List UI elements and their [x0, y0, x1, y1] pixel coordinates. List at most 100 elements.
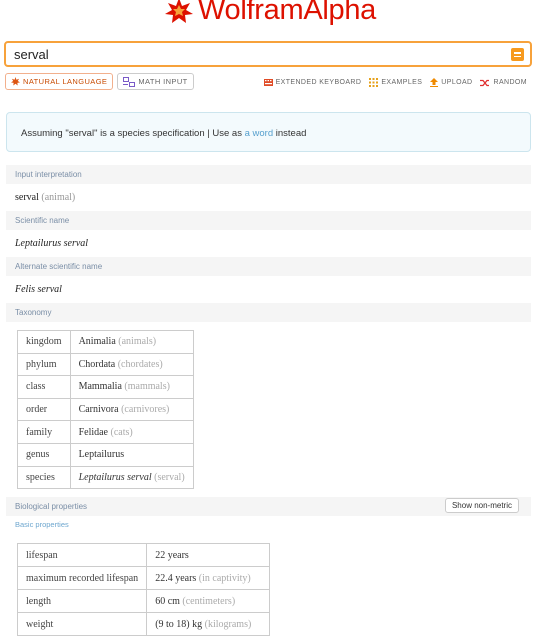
input-mode-switcher: NATURAL LANGUAGE MATH INPUT	[5, 73, 194, 90]
taxon-cell: Leptailurus	[69, 442, 194, 467]
math-input-icon	[123, 76, 136, 87]
taxon-name: Chordata	[78, 358, 116, 370]
assumption-text: Assuming "serval" is a species specifica…	[21, 128, 245, 139]
value-cell: 22 years	[146, 543, 271, 568]
compute-button[interactable]	[511, 48, 524, 61]
tool-label: RANDOM	[493, 79, 527, 86]
mode-label: NATURAL LANGUAGE	[23, 77, 108, 86]
scientific-name-value: Leptailurus serval	[15, 238, 89, 249]
table-row: species Leptailurus serval (serval)	[17, 465, 194, 490]
tool-label: EXTENDED KEYBOARD	[275, 79, 362, 86]
pod-title-input: Input interpretation	[6, 165, 531, 184]
property-note: (in captivity)	[198, 572, 251, 584]
property-cell: maximum recorded lifespan	[16, 566, 148, 591]
assumption-suffix: instead	[273, 128, 307, 139]
logo-wordmark: WolframAlpha	[198, 0, 376, 26]
examples-button[interactable]: EXAMPLES	[369, 78, 422, 87]
taxon-name: Mammalia	[78, 381, 122, 393]
toolbar: EXTENDED KEYBOARD EXAMPLES UPLOAD RANDOM	[263, 78, 527, 87]
table-row: weight (9 to 18) kg (kilograms)	[16, 612, 271, 636]
value-cell: 60 cm (centimeters)	[146, 589, 271, 614]
taxon-name: Animalia	[78, 336, 116, 348]
math-input-mode-button[interactable]: MATH INPUT	[117, 73, 194, 90]
property-value: 22.4 years	[155, 572, 197, 584]
table-row: genus Leptailurus	[17, 442, 194, 467]
property-note: (kilograms)	[204, 618, 252, 630]
taxon-cell: Mammalia (mammals)	[69, 375, 194, 399]
upload-button[interactable]: UPLOAD	[430, 78, 472, 87]
property-value: 60 cm	[155, 595, 180, 607]
property-note: (centimeters)	[182, 595, 236, 607]
property-cell: lifespan	[16, 543, 148, 568]
pod-title-scientific-name: Scientific name	[6, 211, 531, 230]
taxon-cell: Chordata (chordates)	[69, 352, 194, 377]
results-panel: Input interpretation serval (animal) Sci…	[6, 165, 531, 636]
assumption-notice: Assuming "serval" is a species specifica…	[6, 112, 531, 152]
wolfram-star-icon	[165, 0, 193, 23]
pod-input-interpretation: serval (animal)	[6, 184, 531, 211]
table-row: order Carnivora (carnivores)	[17, 397, 194, 422]
taxon-cell: Felidae (cats)	[69, 420, 194, 444]
shuffle-icon	[480, 79, 490, 86]
search-bar[interactable]	[4, 41, 532, 67]
table-row: lifespan 22 years	[16, 543, 271, 568]
wolfram-star-icon	[11, 77, 20, 86]
alternate-name-value: Felis serval	[15, 284, 62, 295]
mode-label: MATH INPUT	[138, 77, 188, 86]
rank-cell: species	[17, 465, 71, 490]
table-row: kingdom Animalia (animals)	[17, 330, 194, 354]
grid-icon	[369, 78, 379, 87]
tool-label: EXAMPLES	[381, 79, 423, 86]
use-as-word-link[interactable]: a word	[245, 128, 274, 139]
taxon-common: (chordates)	[117, 358, 163, 370]
value-cell: 22.4 years (in captivity)	[146, 566, 271, 591]
rank-cell: phylum	[17, 352, 71, 377]
taxon-cell: Carnivora (carnivores)	[69, 397, 194, 422]
taxon-name: Carnivora	[78, 404, 119, 416]
taxon-common: (mammals)	[124, 381, 170, 393]
taxon-common: (cats)	[110, 426, 133, 438]
table-row: maximum recorded lifespan 22.4 years (in …	[16, 566, 271, 591]
rank-cell: order	[17, 397, 71, 422]
table-row: phylum Chordata (chordates)	[17, 352, 194, 377]
pod-title-biological: Biological properties	[15, 502, 88, 512]
natural-language-mode-button[interactable]: NATURAL LANGUAGE	[5, 73, 114, 90]
wolframalpha-logo[interactable]: WolframAlpha	[0, 0, 540, 32]
taxon-common: (carnivores)	[121, 404, 170, 416]
value-cell: (9 to 18) kg (kilograms)	[146, 612, 271, 636]
rank-cell: class	[17, 375, 71, 399]
rank-cell: family	[17, 420, 71, 444]
extended-keyboard-button[interactable]: EXTENDED KEYBOARD	[263, 78, 362, 87]
taxon-name: Felidae	[78, 426, 108, 438]
interpretation-value: serval	[15, 192, 39, 203]
taxon-cell: Animalia (animals)	[69, 330, 194, 354]
biological-pod: lifespan 22 years maximum recorded lifesp…	[6, 534, 531, 636]
search-input[interactable]	[14, 47, 494, 62]
taxon-cell: Leptailurus serval (serval)	[69, 465, 194, 490]
taxonomy-pod: kingdom Animalia (animals) phylum Chordata…	[6, 322, 531, 497]
taxon-name: Leptailurus	[78, 449, 125, 461]
property-cell: length	[16, 589, 148, 614]
property-value: (9 to 18) kg	[155, 618, 203, 630]
taxon-common: (serval)	[154, 471, 185, 483]
show-non-metric-button[interactable]: Show non-metric	[444, 498, 519, 514]
table-row: family Felidae (cats)	[17, 420, 194, 444]
biological-table: lifespan 22 years maximum recorded lifesp…	[16, 543, 271, 636]
property-value: 22 years	[155, 549, 189, 561]
property-cell: weight	[16, 612, 148, 636]
pod-title-taxonomy: Taxonomy	[6, 303, 531, 322]
taxonomy-table: kingdom Animalia (animals) phylum Chordata…	[17, 330, 194, 490]
taxon-common: (animals)	[118, 336, 157, 348]
upload-icon	[430, 78, 439, 87]
interpretation-qualifier: (animal)	[41, 192, 76, 203]
keyboard-icon	[263, 79, 273, 86]
random-button[interactable]: RANDOM	[480, 78, 527, 87]
subpod-title-basic: Basic properties	[15, 520, 69, 530]
table-row: length 60 cm (centimeters)	[16, 589, 271, 614]
pod-header-biological: Biological properties Show non-metric	[6, 497, 531, 517]
rank-cell: kingdom	[17, 330, 71, 354]
rank-cell: genus	[17, 442, 71, 467]
tool-label: UPLOAD	[441, 79, 473, 86]
taxon-name: Leptailurus serval	[78, 471, 152, 483]
table-row: class Mammalia (mammals)	[17, 375, 194, 399]
